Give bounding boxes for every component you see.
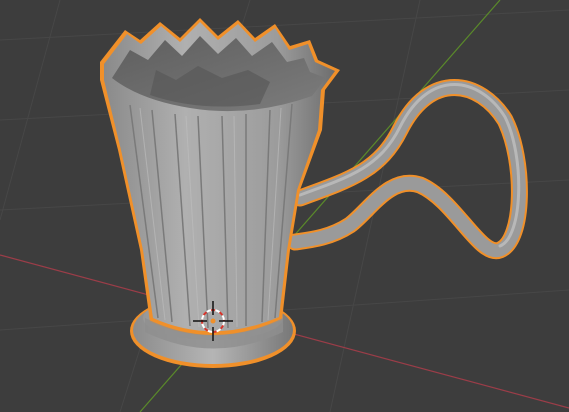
cup-mesh[interactable] (100, 18, 528, 368)
3d-viewport[interactable] (0, 0, 569, 412)
viewport-canvas[interactable] (0, 0, 569, 412)
